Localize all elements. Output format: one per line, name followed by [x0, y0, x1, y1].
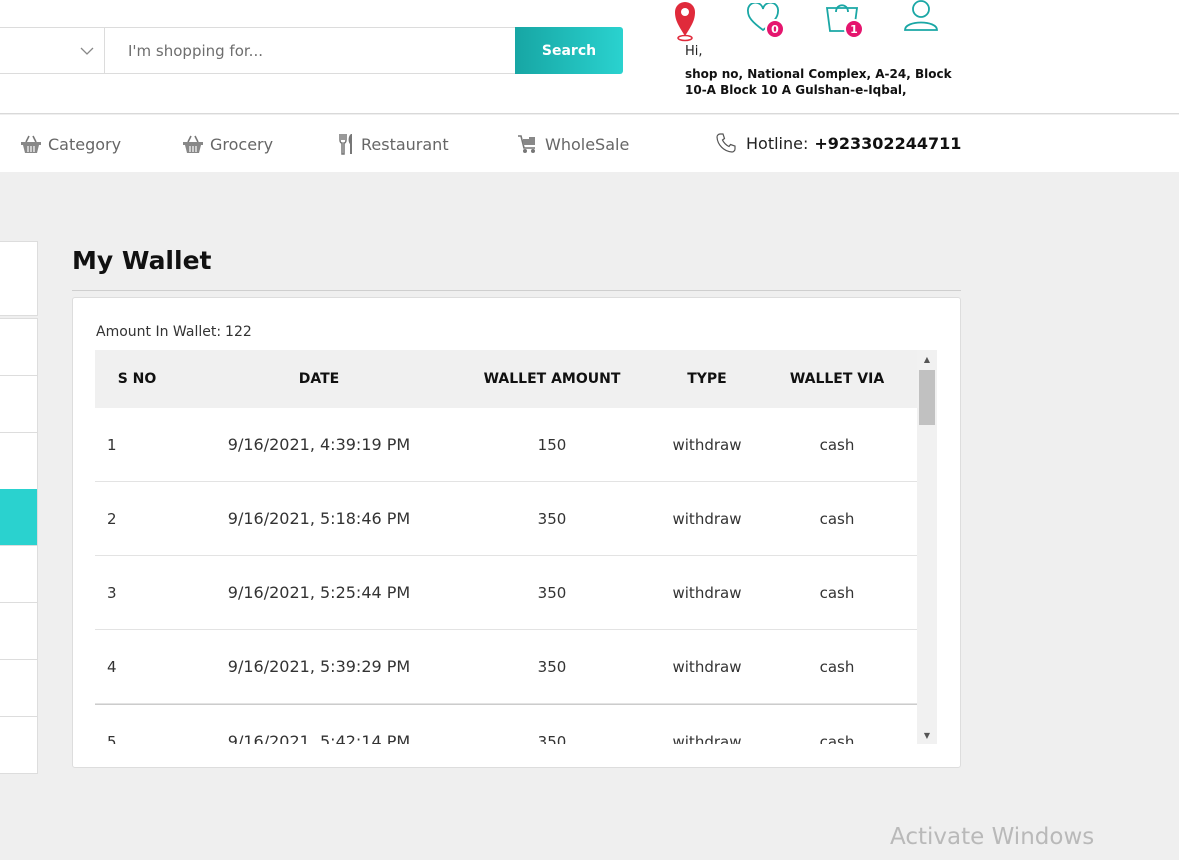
- wallet-amount: Amount In Wallet: 122: [96, 324, 252, 340]
- wallet-card: Amount In Wallet: 122 S NO DATE WALLET AM…: [72, 297, 961, 768]
- table-scrollbar[interactable]: ▲ ▼: [917, 350, 937, 744]
- cart-count-badge: 1: [844, 19, 864, 39]
- fork-knife-icon: [339, 134, 352, 155]
- account-sidebar: [0, 318, 38, 774]
- cell-amount: 350: [537, 510, 567, 528]
- cell-amount: 350: [537, 733, 567, 744]
- nav-item-label: Restaurant: [361, 134, 449, 154]
- cell-via: cash: [819, 584, 855, 602]
- greeting-text: Hi,: [685, 44, 703, 59]
- cell-amount: 350: [537, 658, 567, 676]
- sidebar-item[interactable]: [0, 603, 37, 660]
- cart-icon: [518, 135, 535, 153]
- nav-item-label: Category: [48, 134, 122, 154]
- hotline-label: Hotline:: [746, 133, 809, 153]
- cell-sno: 4: [107, 658, 117, 676]
- cell-amount: 150: [537, 436, 567, 454]
- sidebar-item[interactable]: [0, 319, 37, 376]
- sidebar-item[interactable]: [0, 376, 37, 433]
- cell-date: 9/16/2021, 5:39:29 PM: [227, 657, 411, 676]
- cell-via: cash: [819, 733, 855, 744]
- title-divider: [72, 290, 961, 291]
- sidebar-item[interactable]: [0, 433, 37, 490]
- wallet-amount-label: Amount In Wallet:: [96, 324, 222, 340]
- category-select[interactable]: [0, 27, 105, 74]
- page-title: My Wallet: [72, 246, 212, 275]
- hotline: Hotline: +923302244711: [716, 133, 961, 153]
- activate-windows-watermark: Activate Windows: [890, 824, 1095, 850]
- table-row: 3 9/16/2021, 5:25:44 PM 350 withdraw cas…: [95, 556, 917, 630]
- cell-via: cash: [819, 436, 855, 454]
- main-nav: Category Grocery Restaurant WholeSale Ho…: [0, 115, 1179, 172]
- user-icon[interactable]: [902, 0, 940, 32]
- cell-type: withdraw: [672, 733, 742, 744]
- sidebar-item[interactable]: [0, 660, 37, 717]
- column-header-sno: S NO: [117, 371, 157, 387]
- scroll-thumb[interactable]: [919, 370, 935, 425]
- sidebar-item[interactable]: [0, 717, 37, 774]
- location-pin-icon[interactable]: [672, 0, 698, 42]
- hotline-number[interactable]: +923302244711: [814, 134, 961, 153]
- wallet-amount-value: 122: [225, 324, 252, 340]
- basket-icon: [21, 135, 41, 153]
- nav-item-grocery[interactable]: Grocery: [182, 133, 273, 155]
- nav-item-label: WholeSale: [545, 134, 630, 154]
- sidebar-item-wallet[interactable]: [0, 489, 37, 546]
- profile-card: [0, 241, 38, 316]
- column-header-type: TYPE: [687, 371, 727, 387]
- cell-amount: 350: [537, 584, 567, 602]
- cell-type: withdraw: [672, 510, 742, 528]
- wishlist-count-badge: 0: [765, 19, 785, 39]
- cell-date: 9/16/2021, 5:18:46 PM: [227, 509, 411, 528]
- cell-date: 9/16/2021, 5:25:44 PM: [227, 583, 411, 602]
- nav-item-restaurant[interactable]: Restaurant: [337, 133, 449, 155]
- scroll-down-arrow-icon[interactable]: ▼: [917, 726, 937, 744]
- delivery-address[interactable]: shop no, National Complex, A-24, Block 1…: [685, 66, 975, 98]
- wallet-table: S NO DATE WALLET AMOUNT TYPE WALLET VIA …: [95, 350, 938, 744]
- phone-icon: [716, 133, 736, 153]
- chevron-down-icon: [80, 47, 94, 55]
- table-header: S NO DATE WALLET AMOUNT TYPE WALLET VIA: [95, 350, 917, 408]
- table-row: 4 9/16/2021, 5:39:29 PM 350 withdraw cas…: [95, 630, 917, 704]
- nav-item-label: Grocery: [210, 134, 274, 154]
- table-row: 5 9/16/2021, 5:42:14 PM 350 withdraw cas…: [95, 704, 917, 744]
- cell-via: cash: [819, 658, 855, 676]
- cell-date: 9/16/2021, 5:42:14 PM: [227, 732, 411, 744]
- cell-date: 9/16/2021, 4:39:19 PM: [227, 435, 411, 454]
- table-row: 2 9/16/2021, 5:18:46 PM 350 withdraw cas…: [95, 482, 917, 556]
- column-header-amount: WALLET AMOUNT: [483, 371, 621, 387]
- cell-type: withdraw: [672, 436, 742, 454]
- cell-sno: 2: [107, 510, 117, 528]
- cell-via: cash: [819, 510, 855, 528]
- cell-sno: 3: [107, 584, 117, 602]
- site-header: Search 0 1 Hi, shop no, National Complex…: [0, 0, 1179, 114]
- cell-type: withdraw: [672, 658, 742, 676]
- sidebar-item[interactable]: [0, 546, 37, 603]
- column-header-date: DATE: [298, 371, 340, 387]
- cell-type: withdraw: [672, 584, 742, 602]
- basket-icon: [183, 135, 203, 153]
- column-header-via: WALLET VIA: [789, 371, 885, 387]
- search-input[interactable]: [104, 27, 516, 74]
- cell-sno: 1: [107, 436, 117, 454]
- nav-item-category[interactable]: Category: [20, 133, 121, 155]
- nav-item-wholesale[interactable]: WholeSale: [517, 133, 629, 155]
- scroll-up-arrow-icon[interactable]: ▲: [917, 350, 937, 368]
- cell-sno: 5: [107, 733, 117, 744]
- search-button[interactable]: Search: [515, 27, 623, 74]
- table-row: 1 9/16/2021, 4:39:19 PM 150 withdraw cas…: [95, 408, 917, 482]
